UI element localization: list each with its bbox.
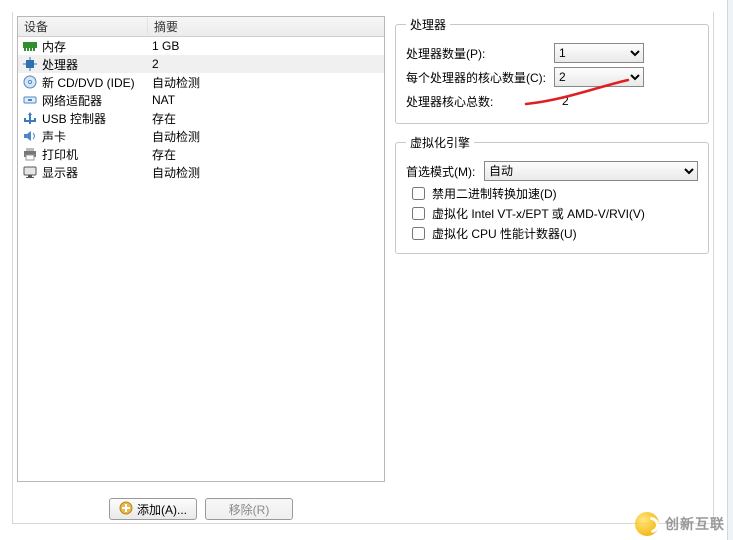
device-row[interactable]: 打印机存在 xyxy=(18,145,384,163)
disable-binary-translation-row: 禁用二进制转换加速(D) xyxy=(406,183,698,203)
cores-per-processor-label: 每个处理器的核心数量(C): xyxy=(406,69,554,86)
button-row: 添加(A)... 移除(R) xyxy=(13,495,389,523)
cores-per-processor-select[interactable]: 2 xyxy=(554,67,644,87)
device-name: 新 CD/DVD (IDE) xyxy=(42,74,152,91)
device-list: 设备 摘要 内存1 GB处理器2新 CD/DVD (IDE)自动检测网络适配器N… xyxy=(17,16,385,482)
add-button[interactable]: 添加(A)... xyxy=(109,498,197,520)
remove-button: 移除(R) xyxy=(205,498,293,520)
device-row[interactable]: USB 控制器存在 xyxy=(18,109,384,127)
device-summary: 1 GB xyxy=(152,39,179,53)
device-row[interactable]: 声卡自动检测 xyxy=(18,127,384,145)
total-cores-value: 2 xyxy=(554,94,569,108)
device-rows: 内存1 GB处理器2新 CD/DVD (IDE)自动检测网络适配器NATUSB … xyxy=(18,37,384,181)
preferred-mode-row: 首选模式(M): 自动 xyxy=(406,159,698,183)
processor-group-title: 处理器 xyxy=(406,16,450,33)
device-summary: 2 xyxy=(152,57,159,71)
virtualize-perf-counters-row: 虚拟化 CPU 性能计数器(U) xyxy=(406,223,698,243)
virtualization-group-title: 虚拟化引擎 xyxy=(406,134,474,151)
device-name: 显示器 xyxy=(42,164,152,181)
left-column: 设备 摘要 内存1 GB处理器2新 CD/DVD (IDE)自动检测网络适配器N… xyxy=(13,12,389,490)
cpu-icon xyxy=(22,56,38,72)
device-summary: 自动检测 xyxy=(152,164,200,181)
virtualize-vt-label: 虚拟化 Intel VT-x/EPT 或 AMD-V/RVI(V) xyxy=(432,205,645,222)
virtualize-perf-counters-checkbox[interactable] xyxy=(412,227,425,240)
device-row[interactable]: 显示器自动检测 xyxy=(18,163,384,181)
virtualize-vt-row: 虚拟化 Intel VT-x/EPT 或 AMD-V/RVI(V) xyxy=(406,203,698,223)
processor-count-row: 处理器数量(P): 1 xyxy=(406,41,698,65)
cd-icon xyxy=(22,74,38,90)
total-cores-row: 处理器核心总数: 2 xyxy=(406,89,698,113)
disable-binary-translation-checkbox[interactable] xyxy=(412,187,425,200)
header-summary[interactable]: 摘要 xyxy=(148,18,384,35)
disable-binary-translation-label: 禁用二进制转换加速(D) xyxy=(432,185,557,202)
device-name: 内存 xyxy=(42,38,152,55)
device-row[interactable]: 新 CD/DVD (IDE)自动检测 xyxy=(18,73,384,91)
display-icon xyxy=(22,164,38,180)
total-cores-label: 处理器核心总数: xyxy=(406,93,554,110)
device-summary: 自动检测 xyxy=(152,74,200,91)
processor-group: 处理器 处理器数量(P): 1 每个处理器的核心数量(C): 2 处理器核心总数… xyxy=(395,16,709,124)
remove-button-label: 移除(R) xyxy=(229,501,270,518)
device-row[interactable]: 网络适配器NAT xyxy=(18,91,384,109)
device-row[interactable]: 内存1 GB xyxy=(18,37,384,55)
header-device[interactable]: 设备 xyxy=(18,18,148,35)
processor-count-label: 处理器数量(P): xyxy=(406,45,554,62)
watermark-logo-icon xyxy=(635,512,659,536)
cores-per-processor-row: 每个处理器的核心数量(C): 2 xyxy=(406,65,698,89)
add-button-label: 添加(A)... xyxy=(137,501,187,518)
device-summary: 存在 xyxy=(152,110,176,127)
watermark: 创新互联 xyxy=(635,512,725,536)
memory-icon xyxy=(22,38,38,54)
device-summary: NAT xyxy=(152,93,175,107)
preferred-mode-label: 首选模式(M): xyxy=(406,163,484,180)
device-name: 网络适配器 xyxy=(42,92,152,109)
printer-icon xyxy=(22,146,38,162)
device-name: USB 控制器 xyxy=(42,110,152,127)
virtualize-perf-counters-label: 虚拟化 CPU 性能计数器(U) xyxy=(432,225,577,242)
window-edge xyxy=(727,0,733,540)
settings-panel: 设备 摘要 内存1 GB处理器2新 CD/DVD (IDE)自动检测网络适配器N… xyxy=(12,12,714,524)
network-icon xyxy=(22,92,38,108)
sound-icon xyxy=(22,128,38,144)
device-summary: 存在 xyxy=(152,146,176,163)
processor-count-select[interactable]: 1 xyxy=(554,43,644,63)
virtualization-group: 虚拟化引擎 首选模式(M): 自动 禁用二进制转换加速(D) 虚拟化 Intel… xyxy=(395,134,709,254)
device-row[interactable]: 处理器2 xyxy=(18,55,384,73)
device-summary: 自动检测 xyxy=(152,128,200,145)
add-icon xyxy=(119,501,133,518)
usb-icon xyxy=(22,110,38,126)
device-name: 打印机 xyxy=(42,146,152,163)
watermark-text: 创新互联 xyxy=(665,514,725,534)
device-name: 声卡 xyxy=(42,128,152,145)
device-name: 处理器 xyxy=(42,56,152,73)
device-list-header: 设备 摘要 xyxy=(18,17,384,37)
virtualize-vt-checkbox[interactable] xyxy=(412,207,425,220)
right-column: 处理器 处理器数量(P): 1 每个处理器的核心数量(C): 2 处理器核心总数… xyxy=(395,16,709,264)
preferred-mode-select[interactable]: 自动 xyxy=(484,161,698,181)
